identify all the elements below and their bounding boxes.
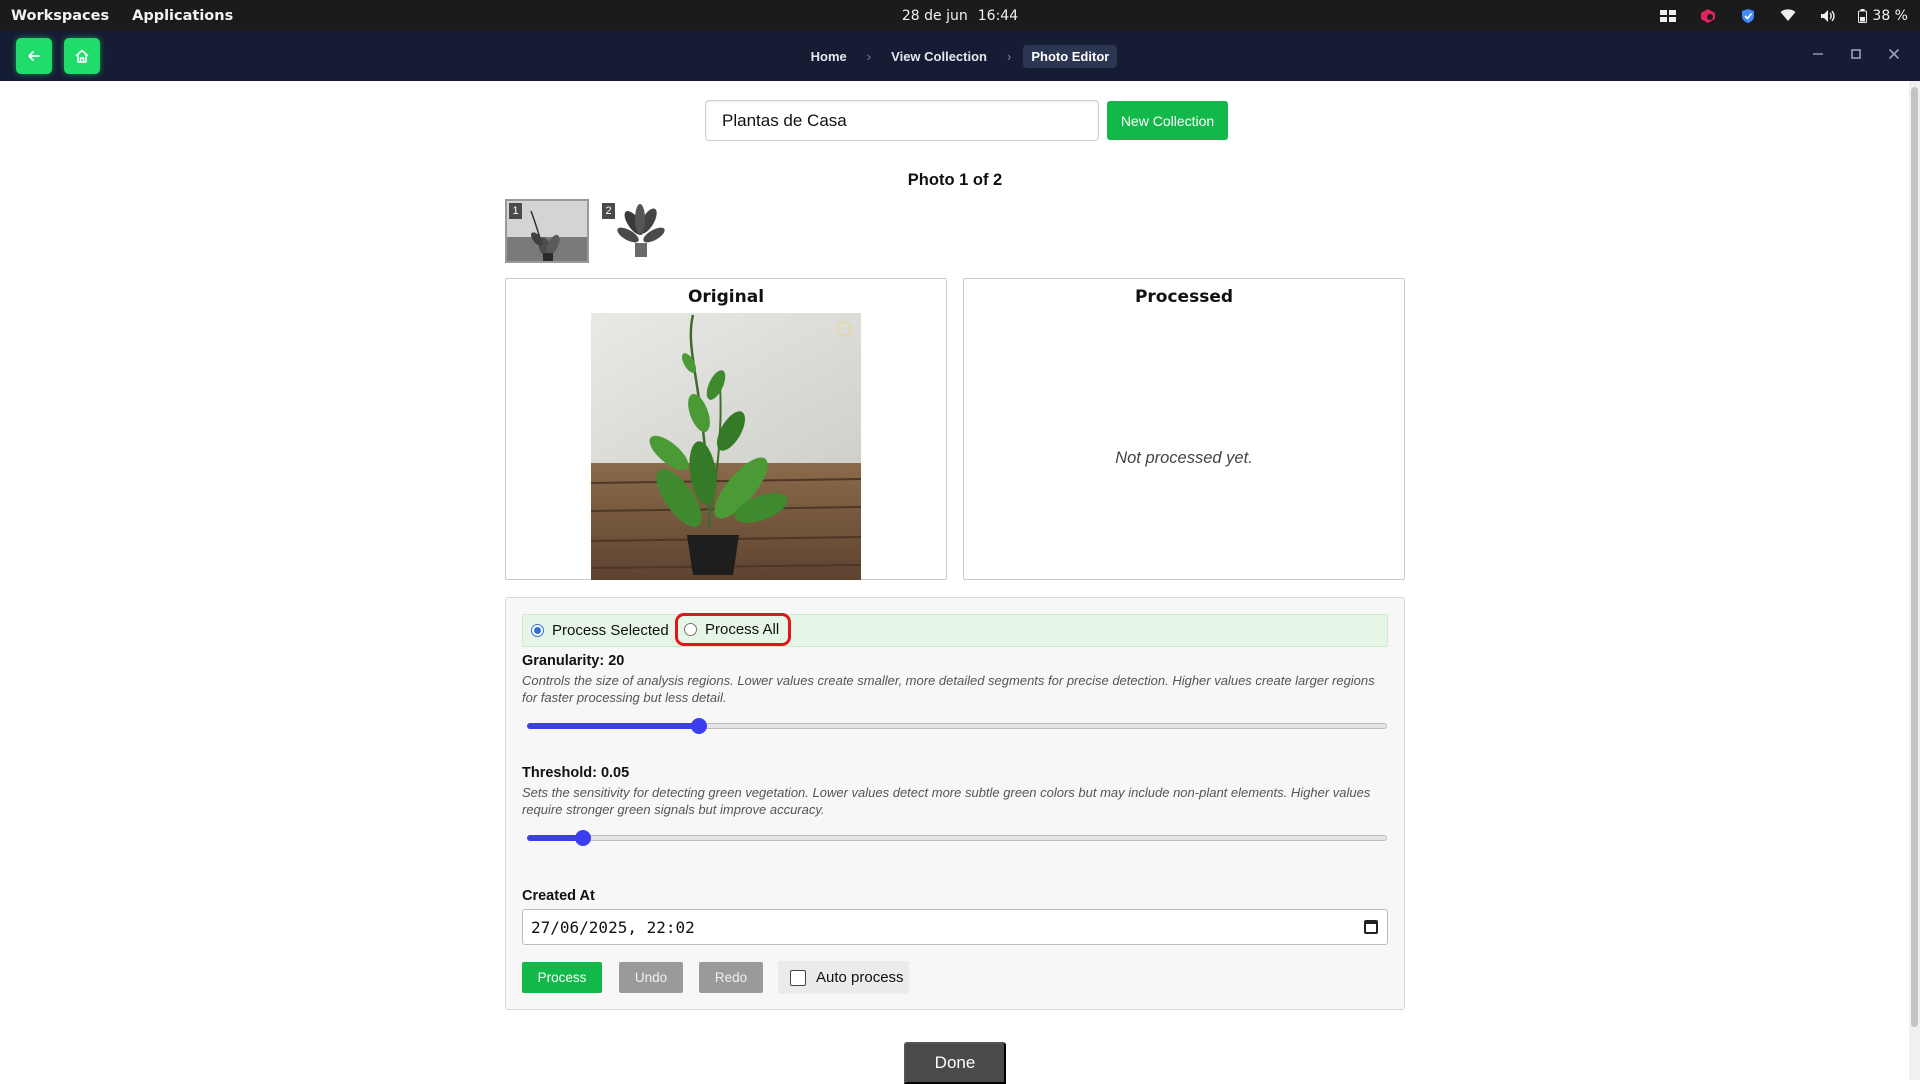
processed-empty-message: Not processed yet. bbox=[1115, 449, 1253, 467]
battery-status[interactable]: 38 % bbox=[1858, 8, 1908, 24]
breadcrumb-separator: › bbox=[866, 48, 872, 64]
original-photo bbox=[591, 313, 861, 580]
slider-handle[interactable] bbox=[574, 830, 591, 846]
process-button[interactable]: Process bbox=[522, 962, 602, 993]
maximize-button[interactable] bbox=[1850, 47, 1862, 65]
created-at-value: 27/06/2025, 22:02 bbox=[531, 917, 695, 937]
threshold-description: Sets the sensitivity for detecting green… bbox=[522, 785, 1371, 817]
process-selected-radio[interactable] bbox=[531, 624, 544, 637]
slider-fill bbox=[527, 723, 699, 729]
breadcrumb: Home › View Collection › Photo Editor bbox=[0, 31, 1920, 81]
battery-percent: 38 % bbox=[1872, 7, 1908, 24]
processing-controls: Process Selected Process All Granularity… bbox=[505, 597, 1405, 1010]
processed-title: Processed bbox=[1134, 287, 1234, 307]
threshold-slider[interactable] bbox=[527, 828, 1387, 848]
created-at-input[interactable]: 27/06/2025, 22:02 bbox=[522, 909, 1388, 945]
clock-time: 16:44 bbox=[977, 7, 1019, 24]
granularity-slider[interactable] bbox=[527, 716, 1387, 736]
app-header: Home › View Collection › Photo Editor bbox=[0, 31, 1920, 81]
wifi-icon[interactable] bbox=[1778, 8, 1798, 24]
volume-icon[interactable] bbox=[1818, 8, 1838, 24]
workspaces-menu[interactable]: Workspaces bbox=[11, 8, 109, 24]
breadcrumb-separator: › bbox=[1006, 48, 1012, 64]
close-icon bbox=[1888, 48, 1900, 60]
original-panel: Original bbox=[505, 278, 947, 580]
redo-button[interactable]: Redo bbox=[699, 962, 763, 993]
slider-track bbox=[527, 835, 1387, 841]
calendar-icon[interactable] bbox=[1364, 920, 1378, 934]
auto-process-toggle[interactable]: Auto process bbox=[778, 961, 909, 994]
created-at-label: Created At bbox=[522, 888, 595, 904]
breadcrumb-view-collection[interactable]: View Collection bbox=[883, 45, 995, 68]
photo-counter: Photo 1 of 2 bbox=[907, 171, 1003, 189]
battery-icon bbox=[1858, 8, 1868, 23]
layout-icon[interactable] bbox=[1658, 8, 1678, 24]
original-title: Original bbox=[687, 287, 765, 307]
process-all-option[interactable]: Process All bbox=[675, 613, 792, 646]
app-icon[interactable] bbox=[1698, 8, 1718, 24]
system-tray: 38 % bbox=[1658, 0, 1908, 31]
system-top-bar: Workspaces Applications 28 de jun 16:44 … bbox=[0, 0, 1920, 31]
auto-process-checkbox[interactable] bbox=[790, 969, 806, 986]
process-all-radio[interactable] bbox=[684, 623, 697, 636]
shield-icon[interactable] bbox=[1738, 8, 1758, 24]
breadcrumb-home[interactable]: Home bbox=[803, 45, 855, 68]
photo-thumbnail-2[interactable]: 2 bbox=[598, 199, 682, 263]
processed-panel: Processed Not processed yet. bbox=[963, 278, 1405, 580]
minimize-button[interactable] bbox=[1812, 47, 1824, 65]
page-scrollbar[interactable] bbox=[1909, 81, 1920, 1080]
new-collection-button[interactable]: New Collection bbox=[1107, 101, 1228, 140]
thumbnail-number: 1 bbox=[509, 203, 522, 219]
close-button[interactable] bbox=[1888, 47, 1900, 65]
done-button[interactable]: Done bbox=[904, 1042, 1006, 1084]
process-selected-label: Process Selected bbox=[552, 622, 669, 639]
undo-button[interactable]: Undo bbox=[619, 962, 683, 993]
auto-process-label: Auto process bbox=[816, 969, 904, 986]
minimize-icon bbox=[1813, 53, 1823, 55]
applications-menu[interactable]: Applications bbox=[132, 8, 233, 24]
collection-name-input[interactable]: Plantas de Casa bbox=[705, 100, 1099, 141]
scrollbar-thumb[interactable] bbox=[1911, 87, 1918, 1027]
process-mode-selector: Process Selected Process All bbox=[522, 613, 1388, 647]
clock-date: 28 de jun bbox=[901, 7, 968, 24]
breadcrumb-photo-editor[interactable]: Photo Editor bbox=[1023, 44, 1118, 68]
process-selected-option[interactable]: Process Selected bbox=[531, 615, 669, 646]
granularity-description: Controls the size of analysis regions. L… bbox=[522, 673, 1375, 705]
slider-handle[interactable] bbox=[691, 718, 707, 734]
window-controls bbox=[1812, 31, 1900, 81]
process-all-label: Process All bbox=[705, 621, 780, 638]
thumbnail-number: 2 bbox=[602, 203, 615, 219]
granularity-label: Granularity: 20 bbox=[522, 653, 625, 669]
clock[interactable]: 28 de jun 16:44 bbox=[0, 0, 1920, 31]
maximize-icon bbox=[1851, 49, 1861, 59]
threshold-label: Threshold: 0.05 bbox=[522, 765, 630, 781]
photo-thumbnail-1[interactable]: 1 bbox=[505, 199, 589, 263]
